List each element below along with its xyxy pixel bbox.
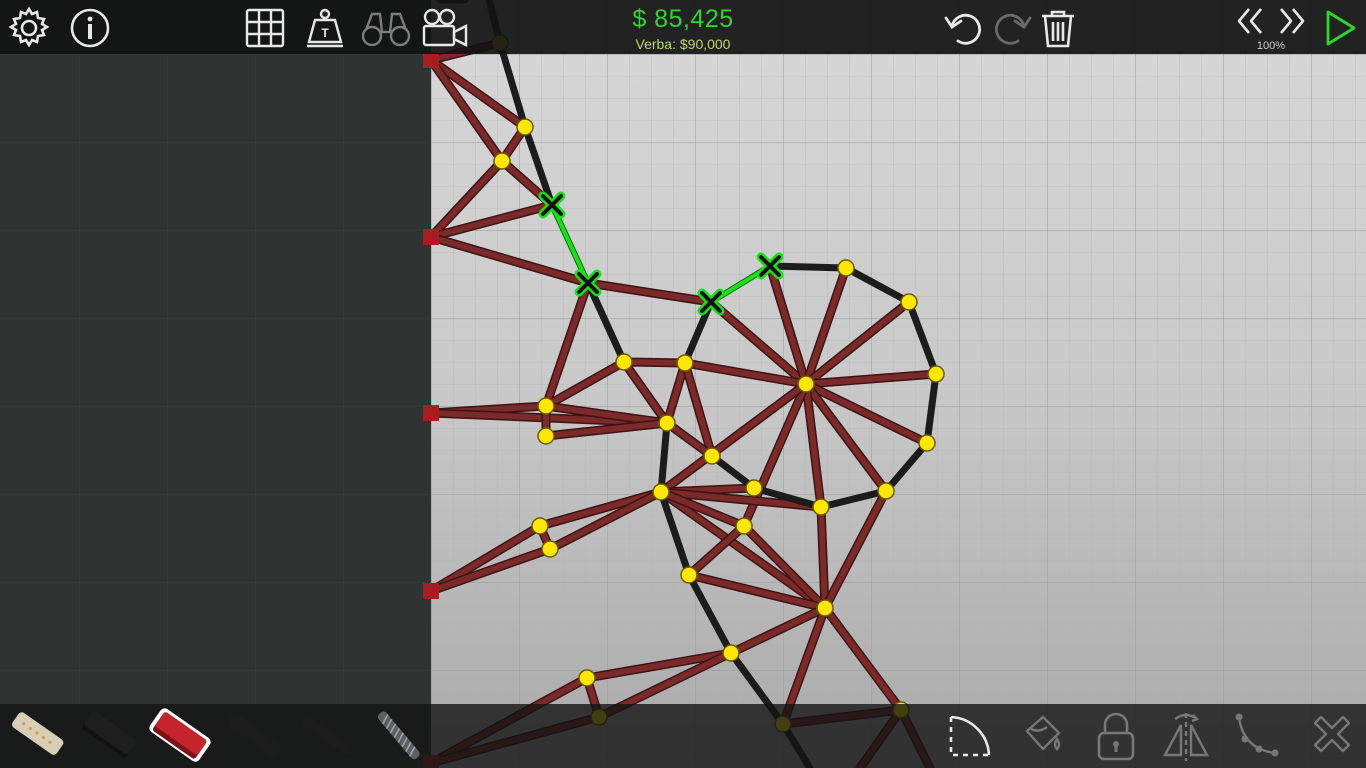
- svg-text:T: T: [321, 26, 329, 40]
- close-icon[interactable]: [1306, 708, 1358, 764]
- budget-label: Verba: $90,000: [635, 36, 731, 52]
- joint[interactable]: [680, 566, 698, 584]
- joint[interactable]: [493, 152, 511, 170]
- joint[interactable]: [812, 498, 830, 516]
- joint[interactable]: [516, 118, 534, 136]
- camera-icon[interactable]: [420, 5, 470, 51]
- game-stage: T $ 85,425 Verba: $90,000 100%: [0, 0, 1366, 768]
- undo-icon[interactable]: [941, 5, 987, 51]
- material-rope-button[interactable]: [294, 708, 358, 764]
- joint[interactable]: [877, 482, 895, 500]
- joint[interactable]: [652, 483, 670, 501]
- material-steel-button[interactable]: [222, 708, 286, 764]
- trash-icon[interactable]: [1035, 5, 1081, 51]
- material-reinforced-road-button[interactable]: [76, 708, 140, 764]
- mirror-icon[interactable]: [1160, 708, 1212, 764]
- grid-icon[interactable]: [242, 5, 288, 51]
- simulation-speed: 100%: [1256, 40, 1286, 52]
- broken-joint-marker[interactable]: [756, 252, 784, 280]
- curve-tool-icon[interactable]: [1230, 708, 1282, 764]
- weight-icon[interactable]: T: [302, 5, 348, 51]
- play-icon[interactable]: [1316, 5, 1362, 51]
- anchor-point[interactable]: [423, 405, 439, 421]
- joint[interactable]: [900, 293, 918, 311]
- joint[interactable]: [676, 354, 694, 372]
- joint[interactable]: [537, 427, 555, 445]
- joint[interactable]: [722, 644, 740, 662]
- joint[interactable]: [745, 479, 763, 497]
- joint[interactable]: [837, 259, 855, 277]
- anchor-point[interactable]: [423, 229, 439, 245]
- anchor-point[interactable]: [423, 583, 439, 599]
- paint-bucket-icon[interactable]: [1016, 708, 1068, 764]
- lock-icon[interactable]: [1090, 708, 1142, 764]
- joint[interactable]: [797, 375, 815, 393]
- joint[interactable]: [531, 517, 549, 535]
- build-area[interactable]: [0, 0, 1366, 768]
- redo-icon[interactable]: [989, 5, 1035, 51]
- wood-beam[interactable]: [621, 359, 688, 366]
- joint[interactable]: [658, 414, 676, 432]
- info-icon[interactable]: [67, 5, 113, 51]
- material-road-button[interactable]: [4, 708, 68, 764]
- road-beam[interactable]: [766, 262, 850, 272]
- build-grid: [431, 0, 1366, 768]
- arc-tool-icon[interactable]: [944, 708, 996, 764]
- gear-icon[interactable]: [6, 5, 52, 51]
- anchor-point[interactable]: [423, 52, 439, 68]
- broken-joint-marker[interactable]: [538, 191, 566, 219]
- joint[interactable]: [927, 365, 945, 383]
- wood-beam[interactable]: [818, 504, 828, 611]
- joint[interactable]: [918, 434, 936, 452]
- joint[interactable]: [816, 599, 834, 617]
- material-wood-button[interactable]: [146, 704, 214, 766]
- broken-joint-marker[interactable]: [574, 269, 602, 297]
- binoculars-icon[interactable]: [360, 5, 412, 51]
- material-spring-button[interactable]: [366, 708, 430, 764]
- joint[interactable]: [735, 517, 753, 535]
- joint[interactable]: [703, 447, 721, 465]
- rewind-icon[interactable]: [1232, 3, 1268, 39]
- joint[interactable]: [578, 669, 596, 687]
- broken-joint-marker[interactable]: [697, 288, 725, 316]
- cliff-grid: [0, 0, 431, 768]
- joint[interactable]: [541, 540, 559, 558]
- joint[interactable]: [537, 397, 555, 415]
- fast-forward-icon[interactable]: [1274, 3, 1310, 39]
- joint[interactable]: [615, 353, 633, 371]
- money-remaining: $ 85,425: [632, 5, 734, 33]
